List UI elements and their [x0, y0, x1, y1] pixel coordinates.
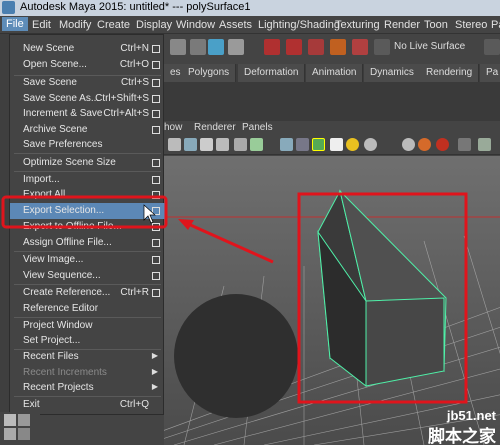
- watermark-site: jb51.net: [446, 408, 496, 423]
- mouse-cursor-icon: [143, 204, 156, 224]
- tool-icon[interactable]: [4, 428, 16, 440]
- annotation-overlay: [1, 195, 274, 264]
- annotation-highlight: [1, 195, 168, 229]
- annotation-arrow: [185, 221, 274, 264]
- tool-icon[interactable]: [4, 414, 16, 426]
- watermark-cn: 脚本之家: [428, 427, 496, 445]
- tool-box: [0, 412, 40, 445]
- tool-icon[interactable]: [18, 414, 30, 426]
- tool-icon[interactable]: [18, 428, 30, 440]
